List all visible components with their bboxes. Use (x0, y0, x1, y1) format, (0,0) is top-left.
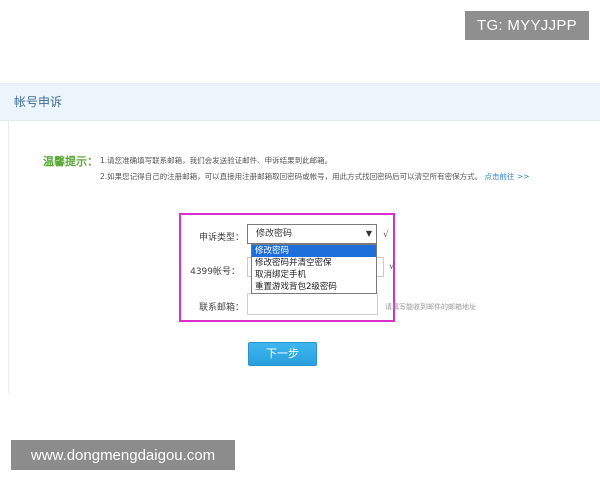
dropdown-option-change-password-clear-security[interactable]: 修改密码并清空密保 (252, 257, 376, 269)
tg-watermark: TG: MYYJJPP (465, 11, 589, 40)
tip-line-2-text: 2.如果您记得自己的注册邮箱，可以直接用注册邮箱取回密码或帐号，用此方式找回密码… (100, 172, 483, 181)
panel-title: 帐号申诉 (14, 95, 63, 109)
check-icon: √ (383, 230, 389, 240)
dropdown-option-change-password[interactable]: 修改密码 (252, 245, 376, 257)
email-hint: 请填写能收到邮件的邮箱地址 (385, 303, 476, 311)
email-label: 联系邮箱： (198, 303, 244, 313)
chevron-down-icon: ▼ (365, 229, 372, 238)
type-label: 申诉类型： (198, 233, 244, 243)
appeal-type-value: 修改密码 (256, 229, 293, 239)
appeal-type-dropdown: 修改密码 修改密码并清空密保 取消绑定手机 重置游戏背包2级密码 (251, 244, 377, 294)
dropdown-option-unbind-phone[interactable]: 取消绑定手机 (252, 269, 376, 281)
tips-label: 温馨提示： (43, 155, 98, 168)
appeal-type-select[interactable]: 修改密码 ▼ (247, 224, 377, 244)
email-input[interactable] (247, 293, 378, 315)
next-button[interactable]: 下一步 (248, 342, 317, 366)
dropdown-option-reset-bag-password[interactable]: 重置游戏背包2级密码 (252, 281, 376, 293)
account-label: 4399帐号： (190, 267, 240, 277)
panel-header: 帐号申诉 (0, 83, 600, 121)
check-icon: √ (389, 262, 395, 272)
site-watermark: www.dongmengdaigou.com (11, 440, 235, 470)
tip-line-1: 1.请您准确填写联系邮箱，我们会发送验证邮件、申诉结果到此邮箱。 (100, 156, 333, 165)
go-link[interactable]: 点击前往 >> (485, 172, 530, 181)
tip-line-2: 2.如果您记得自己的注册邮箱，可以直接用注册邮箱取回密码或帐号，用此方式找回密码… (100, 171, 530, 182)
